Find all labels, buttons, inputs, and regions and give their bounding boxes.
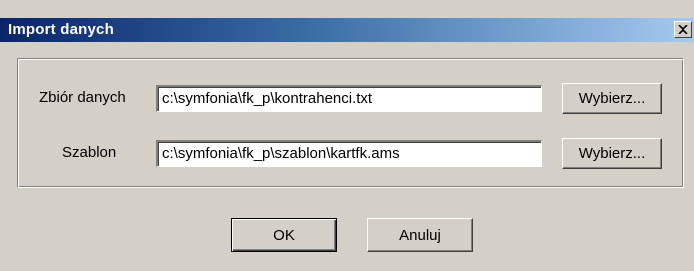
dataset-browse-button[interactable]: Wybierz... [562,83,662,114]
template-path-input[interactable]: c:\symfonia\fk_p\szablon\kartfk.ams [156,140,542,167]
window-title: Import danych [8,21,114,38]
template-browse-button[interactable]: Wybierz... [562,138,662,169]
close-icon [678,25,688,34]
title-bar[interactable]: Import danych [0,18,694,42]
dataset-label: Zbiór danych [39,89,126,106]
cancel-button[interactable]: Anuluj [367,218,473,252]
close-button[interactable] [674,21,692,38]
dataset-path-input[interactable]: c:\symfonia\fk_p\kontrahenci.txt [156,85,542,112]
template-label: Szablon [62,144,117,161]
import-dialog: Import danych Zbiór danych c:\symfonia\f… [0,0,694,271]
ok-button[interactable]: OK [231,218,337,252]
